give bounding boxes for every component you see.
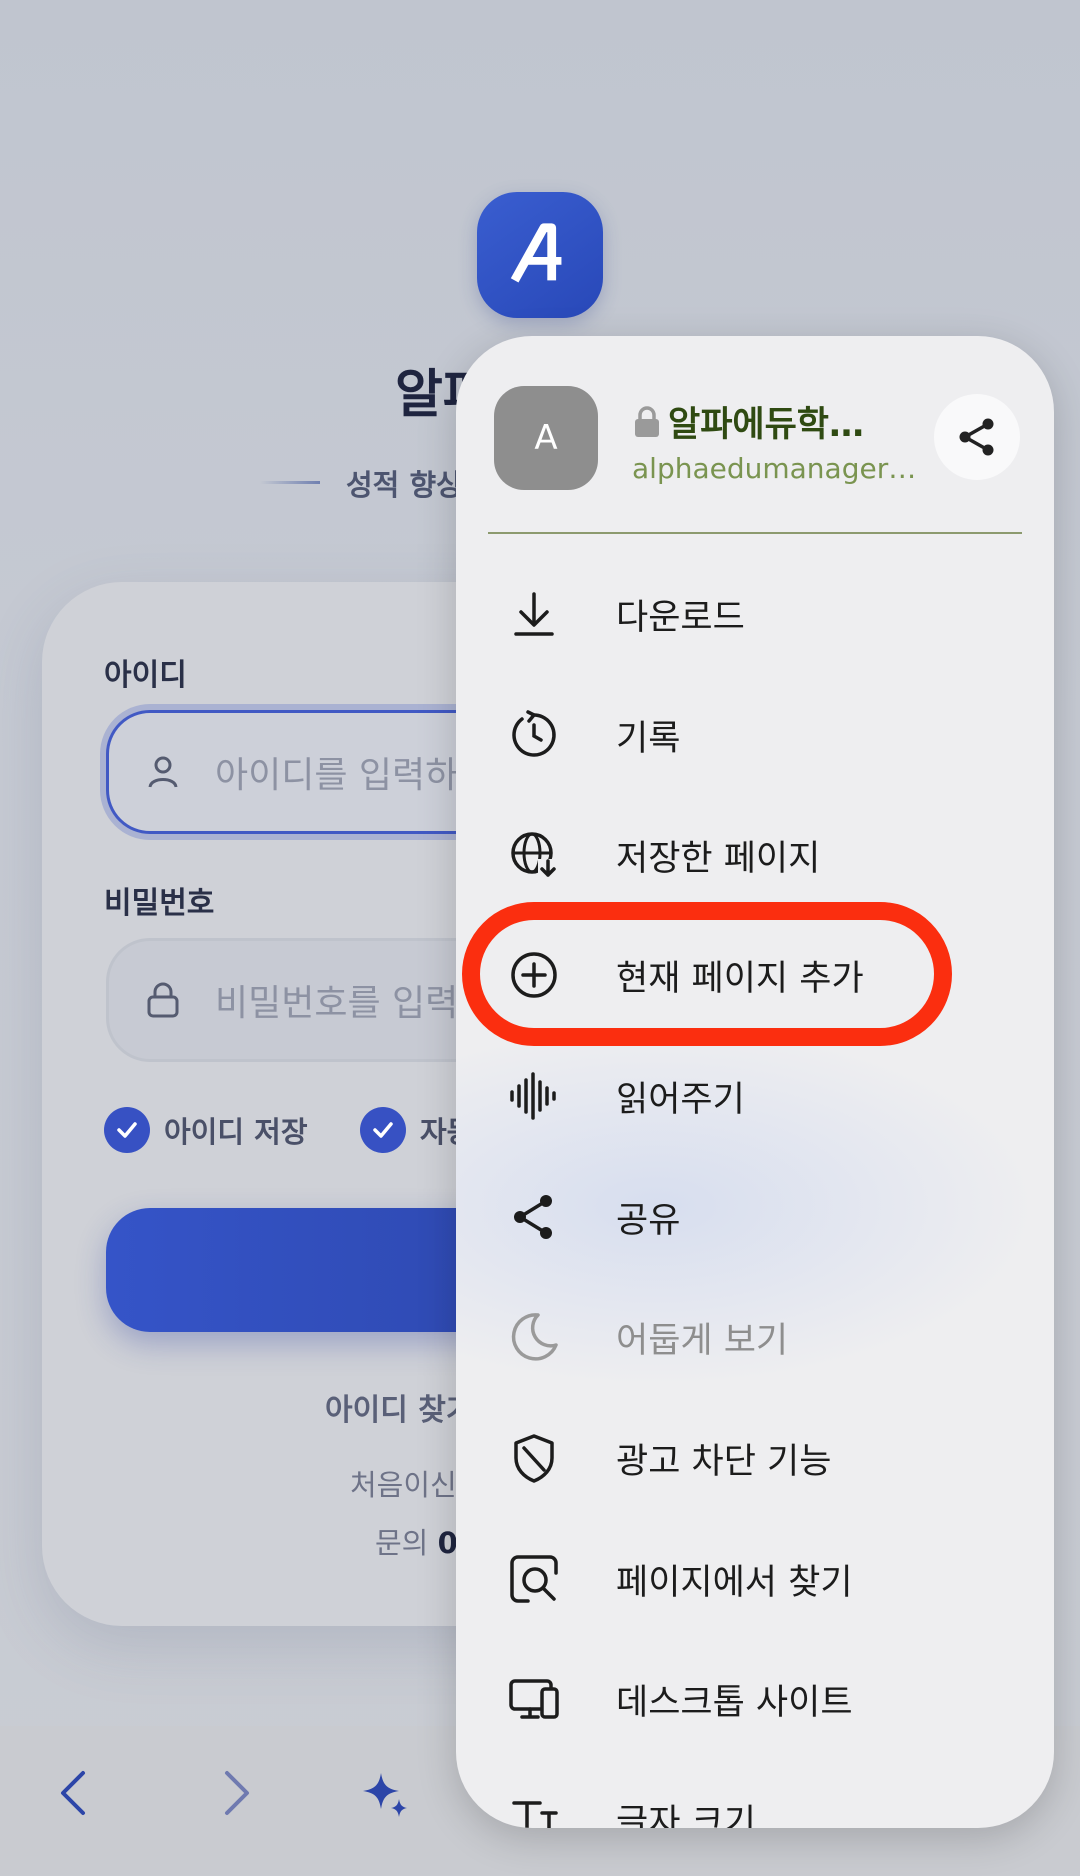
- menu-item-label: 읽어주기: [616, 1079, 745, 1120]
- menu-item-text-size[interactable]: 글자 크기: [456, 1764, 1054, 1828]
- password-label: 비밀번호: [104, 886, 215, 921]
- alpha-logo-icon: [510, 223, 562, 283]
- menu-item-history[interactable]: 기록: [456, 680, 1054, 790]
- menu-item-label: 저장한 페이지: [616, 838, 821, 879]
- desktop-site-icon: [508, 1673, 560, 1725]
- site-url: alphaedumanager…: [632, 452, 917, 485]
- contact-value: 0: [437, 1526, 458, 1560]
- remember-id-checkbox[interactable]: 아이디 저장: [104, 1107, 308, 1153]
- share-icon: [959, 418, 994, 456]
- check-icon: [360, 1107, 406, 1153]
- header-divider: [488, 532, 1022, 534]
- menu-item-desktop-site[interactable]: 데스크톱 사이트: [456, 1644, 1054, 1754]
- id-placeholder: 아이디를 입력하: [215, 755, 459, 796]
- chevron-left-icon: [61, 1771, 85, 1815]
- menu-item-saved-pages[interactable]: 저장한 페이지: [456, 800, 1054, 910]
- menu-item-label: 다운로드: [616, 597, 745, 638]
- header-share-button[interactable]: [934, 394, 1020, 480]
- menu-item-label: 데스크톱 사이트: [616, 1682, 853, 1723]
- menu-item-ad-block[interactable]: 광고 차단 기능: [456, 1403, 1054, 1513]
- first-time-text: 처음이신: [350, 1468, 457, 1502]
- saved-pages-icon: [508, 829, 560, 881]
- tagline: 성적 향상: [346, 468, 463, 502]
- remember-id-label: 아이디 저장: [164, 1115, 308, 1149]
- site-info-header: A 알파에듀학… alphaedumanager…: [456, 336, 1054, 536]
- menu-item-label: 페이지에서 찾기: [616, 1562, 853, 1603]
- app-logo: [477, 192, 603, 318]
- find-in-page-icon: [508, 1553, 560, 1605]
- menu-item-label: 광고 차단 기능: [616, 1441, 832, 1482]
- share-icon: [508, 1191, 560, 1243]
- find-id-link[interactable]: 아이디 찾기: [325, 1385, 473, 1429]
- menu-item-label: 공유: [616, 1200, 681, 1241]
- sparkle-icon: [363, 1773, 407, 1817]
- password-placeholder: 비밀번호를 입력: [215, 983, 459, 1024]
- menu-item-dark-mode: 어둡게 보기: [456, 1282, 1054, 1392]
- ai-assistant-button[interactable]: [350, 1758, 420, 1828]
- menu-item-label: 어둡게 보기: [616, 1320, 789, 1361]
- contact-info: 문의 0: [375, 1520, 458, 1562]
- ad-block-shield-icon: [508, 1432, 560, 1484]
- tagline-divider: [260, 481, 320, 484]
- menu-item-share[interactable]: 공유: [456, 1162, 1054, 1272]
- user-icon: [148, 756, 178, 788]
- lock-icon: [147, 982, 179, 1018]
- menu-item-read-aloud[interactable]: 읽어주기: [456, 1041, 1054, 1151]
- chevron-right-icon: [225, 1771, 249, 1815]
- check-icon: [104, 1107, 150, 1153]
- highlight-annotation: [462, 902, 952, 1046]
- forward-button[interactable]: [200, 1758, 270, 1828]
- site-title: 알파에듀학…: [668, 405, 865, 445]
- id-label: 아이디: [104, 658, 187, 693]
- site-avatar: A: [494, 386, 598, 490]
- menu-item-download[interactable]: 다운로드: [456, 559, 1054, 669]
- contact-label: 문의: [375, 1526, 429, 1560]
- menu-item-find-in-page[interactable]: 페이지에서 찾기: [456, 1524, 1054, 1634]
- history-icon: [508, 709, 560, 761]
- menu-item-label: 기록: [616, 718, 681, 759]
- menu-item-label: 글자 크기: [616, 1802, 756, 1829]
- text-size-icon: [508, 1793, 560, 1828]
- audio-wave-icon: [508, 1070, 560, 1122]
- site-title-row[interactable]: 알파에듀학…: [632, 396, 864, 447]
- download-icon: [508, 588, 560, 640]
- moon-icon: [508, 1311, 560, 1363]
- lock-icon: [635, 405, 659, 437]
- browser-menu-popup: A 알파에듀학… alphaedumanager… 다운로드 기록 저장한 페이…: [456, 336, 1054, 1828]
- back-button[interactable]: [40, 1758, 110, 1828]
